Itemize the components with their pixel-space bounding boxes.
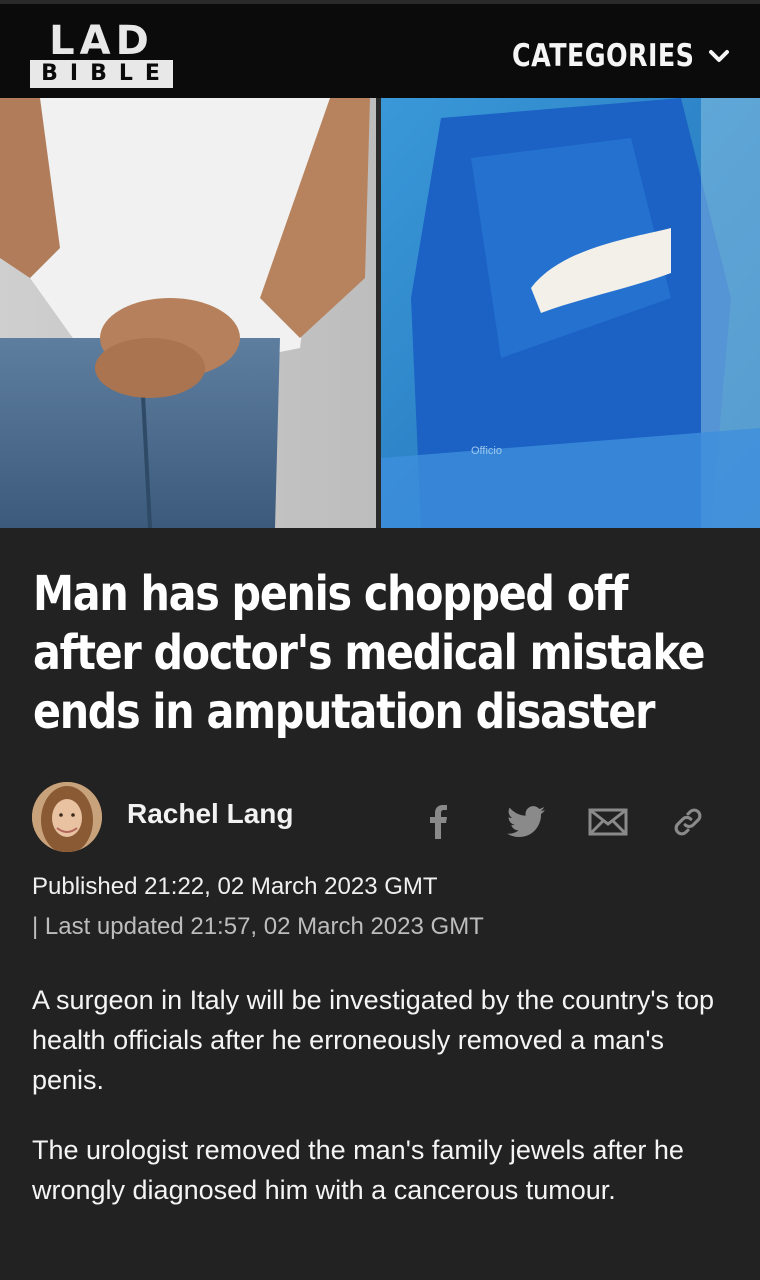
facebook-icon bbox=[430, 805, 447, 839]
link-icon bbox=[674, 808, 702, 836]
author-avatar[interactable] bbox=[32, 782, 102, 852]
chevron-down-icon bbox=[709, 50, 729, 62]
ladbible-logo[interactable]: LAD BIBLE bbox=[30, 18, 173, 88]
hero-image: Officio bbox=[0, 98, 760, 528]
author-row: Rachel Lang bbox=[32, 782, 732, 854]
published-date: Published 21:22, 02 March 2023 GMT bbox=[32, 873, 438, 900]
last-updated-date: | Last updated 21:57, 02 March 2023 GMT bbox=[32, 913, 484, 940]
copy-link-button[interactable] bbox=[668, 802, 708, 842]
article-paragraph: The urologist removed the man's family j… bbox=[32, 1135, 684, 1205]
hero-image-left bbox=[0, 98, 376, 528]
site-header: LAD BIBLE CATEGORIES bbox=[0, 0, 760, 98]
logo-lad-text: LAD bbox=[49, 18, 154, 64]
twitter-icon bbox=[507, 806, 545, 838]
logo-bible-text: BIBLE bbox=[30, 60, 173, 88]
author-name[interactable]: Rachel Lang bbox=[127, 798, 293, 830]
categories-label: CATEGORIES bbox=[511, 38, 694, 74]
watermark-text: Officio bbox=[471, 445, 502, 457]
article-headline: Man has penis chopped off after doctor's… bbox=[33, 566, 705, 740]
share-email-button[interactable] bbox=[588, 802, 628, 842]
article-paragraph: A surgeon in Italy will be investigated … bbox=[32, 985, 715, 1095]
share-facebook-button[interactable] bbox=[418, 802, 458, 842]
email-icon bbox=[588, 808, 628, 836]
categories-menu-button[interactable]: CATEGORIES bbox=[472, 34, 730, 78]
hero-image-right: Officio bbox=[381, 98, 760, 528]
share-twitter-button[interactable] bbox=[506, 802, 546, 842]
